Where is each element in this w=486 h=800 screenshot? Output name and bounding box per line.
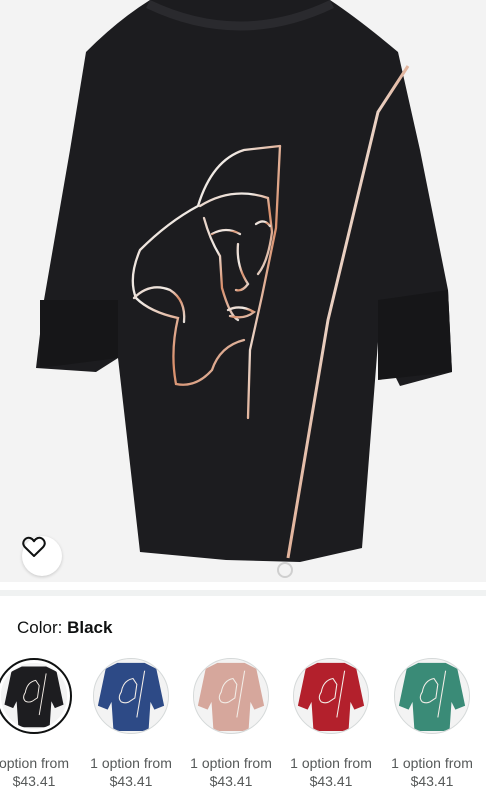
swatch-thumbnail	[93, 658, 169, 734]
swatch-price: $43.41	[309, 773, 353, 789]
selected-color-value: Black	[67, 618, 113, 637]
swatch-option-text: 1 option from	[290, 755, 372, 771]
shirt-icon	[36, 0, 452, 578]
swatch-option-text: 1 option from	[90, 755, 172, 771]
color-selector-label: Color: Black	[17, 617, 112, 639]
swatch-option-text: 1 option from	[391, 755, 473, 771]
swatch-price: $43.41	[12, 773, 56, 789]
shirt-thumbnail-icon	[395, 659, 469, 733]
color-swatch-pink[interactable]: 1 option from $43.41	[181, 655, 281, 800]
swatch-thumbnail	[193, 658, 269, 734]
color-swatch-list: option from $43.41 1 option from $43.41 …	[0, 655, 486, 800]
swatch-price: $43.41	[410, 773, 454, 789]
swatch-price: $43.41	[109, 773, 153, 789]
swatch-thumbnail	[0, 658, 72, 734]
shirt-thumbnail-icon	[1, 663, 67, 729]
color-swatch-blue[interactable]: 1 option from $43.41	[81, 655, 181, 800]
color-swatch-red[interactable]: 1 option from $43.41	[281, 655, 381, 800]
swatch-price: $43.41	[209, 773, 253, 789]
heart-icon	[22, 536, 46, 557]
swatch-option-text: option from	[0, 755, 70, 771]
wishlist-button[interactable]	[22, 536, 62, 576]
shirt-thumbnail-icon	[94, 659, 168, 733]
shirt-thumbnail-icon	[294, 659, 368, 733]
swatch-thumbnail	[394, 658, 470, 734]
swatch-option-text: 1 option from	[190, 755, 272, 771]
product-image[interactable]	[0, 0, 486, 582]
color-swatch-black[interactable]: option from $43.41	[0, 655, 84, 800]
shirt-thumbnail-icon	[194, 659, 268, 733]
swatch-thumbnail	[293, 658, 369, 734]
color-label: Color:	[17, 618, 68, 637]
section-divider	[0, 590, 486, 596]
color-swatch-green[interactable]: 1 option from $43.41	[382, 655, 482, 800]
